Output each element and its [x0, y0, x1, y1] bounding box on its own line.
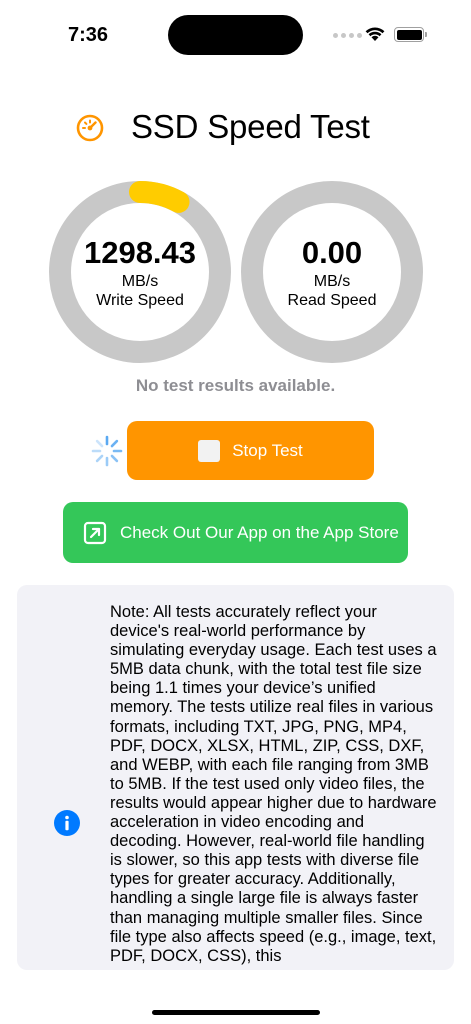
- status-time: 7:36: [68, 24, 109, 46]
- read-speed-value: 0.00: [301, 235, 363, 270]
- app-header: SSD Speed Test: [0, 104, 471, 152]
- note-card[interactable]: Note: All tests accurately reflect your …: [17, 585, 454, 970]
- dynamic-island: [168, 15, 303, 55]
- screen: 7:36 SSD Speed Test 1298.43 MB/s Write S…: [0, 0, 471, 1024]
- write-speed-value: 1298.43: [83, 235, 197, 270]
- speedometer-icon: [76, 114, 104, 142]
- loading-spinner-icon: [91, 435, 123, 467]
- status-message: No test results available.: [135, 376, 336, 395]
- app-store-label: Check Out Our App on the App Store: [120, 522, 399, 542]
- stop-test-label: Stop Test: [232, 440, 303, 460]
- battery-icon: [394, 27, 427, 42]
- write-speed-label: Write Speed: [96, 292, 184, 309]
- write-speed-gauge: 1298.43 MB/s Write Speed: [48, 180, 232, 364]
- stop-test-button[interactable]: Stop Test: [127, 421, 374, 480]
- stop-icon: [198, 439, 221, 462]
- wifi-icon: [365, 27, 385, 41]
- external-link-icon: [83, 521, 107, 544]
- read-speed-gauge: 0.00 MB/s Read Speed: [240, 180, 424, 364]
- app-store-button[interactable]: Check Out Our App on the App Store: [63, 502, 408, 563]
- note-text: Note: All tests accurately reflect your …: [110, 603, 437, 965]
- info-icon: [54, 810, 80, 836]
- read-speed-unit: MB/s: [313, 273, 351, 290]
- status-bar: 7:36: [0, 0, 471, 70]
- home-indicator[interactable]: [152, 1010, 320, 1015]
- page-title: SSD Speed Test: [131, 108, 370, 145]
- read-speed-label: Read Speed: [287, 292, 377, 309]
- write-speed-unit: MB/s: [121, 273, 159, 290]
- cellular-signal-icon: [333, 33, 362, 38]
